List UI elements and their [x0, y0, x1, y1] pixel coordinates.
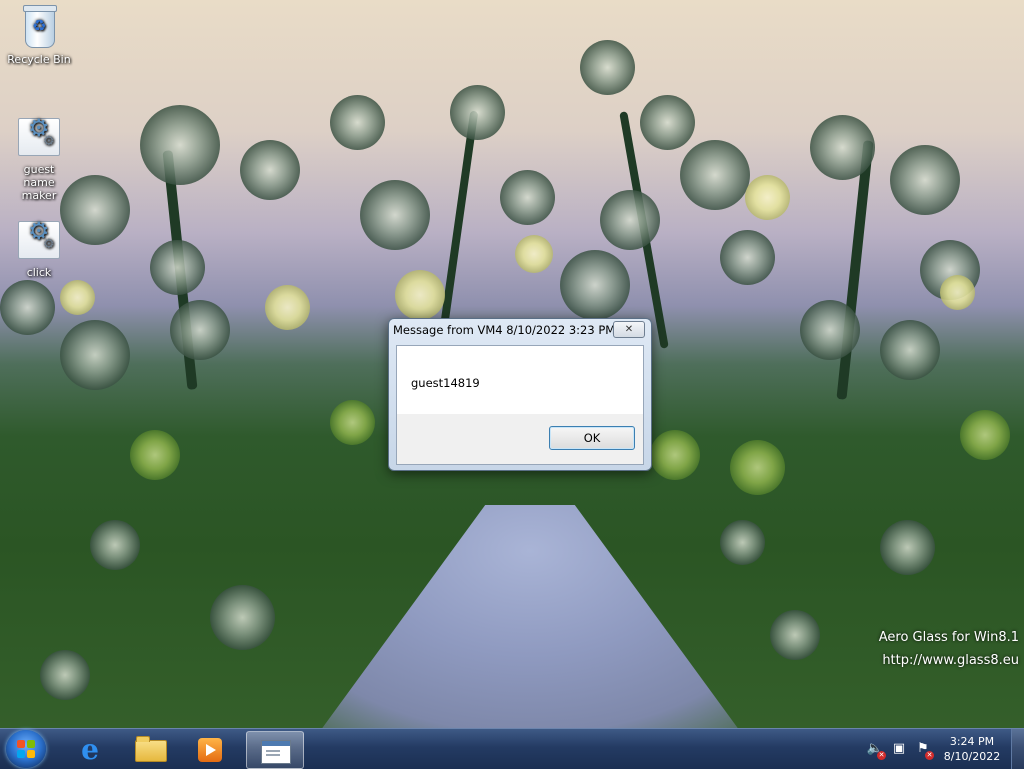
desktop-icon-label: Recycle Bin	[7, 53, 71, 66]
wallpaper-flower	[330, 95, 385, 150]
wallpaper-flower	[650, 430, 700, 480]
dialog-content: guest14819 OK	[396, 345, 644, 465]
wallpaper-flower	[770, 610, 820, 660]
wallpaper-flower	[60, 320, 130, 390]
ie-icon: e	[81, 733, 99, 766]
watermark-line2: http://www.glass8.eu	[882, 653, 1019, 668]
wallpaper-flower	[0, 280, 55, 335]
desktop-icon-click[interactable]: click	[1, 219, 77, 279]
volume-muted-icon[interactable]: 🔈 ✕	[866, 741, 886, 760]
wallpaper-flower	[680, 140, 750, 210]
application-icon	[17, 116, 61, 160]
action-center-flag-icon[interactable]: ⚑ ✕	[914, 741, 934, 760]
wallpaper-flower	[395, 270, 445, 320]
recycle-bin-icon	[17, 5, 61, 50]
wallpaper-flower	[890, 145, 960, 215]
wallpaper-flower	[880, 520, 935, 575]
dialog-title: Message from VM4 8/10/2022 3:23 PM	[393, 323, 616, 337]
network-disconnected-icon[interactable]: ▣	[890, 741, 908, 757]
window-icon	[261, 740, 291, 764]
message-dialog: Message from VM4 8/10/2022 3:23 PM ✕ gue…	[388, 318, 652, 471]
taskbar-internet-explorer[interactable]: e	[62, 731, 118, 767]
wallpaper-flower	[500, 170, 555, 225]
watermark-line1: Aero Glass for Win8.1	[878, 630, 1019, 645]
windows-logo-icon	[17, 740, 35, 758]
media-player-icon	[198, 738, 222, 762]
wallpaper-flower	[450, 85, 505, 140]
wallpaper-flower	[720, 520, 765, 565]
wallpaper-flower	[40, 650, 90, 700]
wallpaper-stem	[439, 110, 479, 330]
taskbar-clock[interactable]: 3:24 PM 8/10/2022	[940, 734, 1004, 764]
wallpaper-flower	[745, 175, 790, 220]
ok-button[interactable]: OK	[549, 426, 635, 450]
wallpaper-flower	[960, 410, 1010, 460]
wallpaper-flower	[515, 235, 553, 273]
wallpaper-flower	[330, 400, 375, 445]
taskbar-message-window[interactable]	[246, 731, 304, 769]
clock-date: 8/10/2022	[943, 750, 1001, 763]
wallpaper-flower	[60, 280, 95, 315]
wallpaper-flower	[720, 230, 775, 285]
wallpaper-flower	[640, 95, 695, 150]
folder-icon	[135, 736, 167, 762]
wallpaper-flower	[560, 250, 630, 320]
wallpaper-flower	[130, 430, 180, 480]
wallpaper-flower	[140, 105, 220, 185]
desktop-icon-guest-name-maker[interactable]: guest name maker	[1, 116, 77, 202]
wallpaper-flower	[600, 190, 660, 250]
taskbar: e 🔈 ✕ ▣ ⚑ ✕ 3:24 PM 8/10/2022	[0, 728, 1024, 769]
wallpaper-flower	[90, 520, 140, 570]
clock-time: 3:24 PM	[949, 735, 995, 748]
start-button[interactable]	[6, 730, 46, 768]
desktop-icon-label: click	[26, 266, 52, 279]
dialog-close-button[interactable]: ✕	[613, 321, 645, 338]
desktop-background: Recycle Bin guest name maker click Aero …	[0, 0, 1024, 728]
wallpaper-flower	[150, 240, 205, 295]
wallpaper-flower	[730, 440, 785, 495]
wallpaper-flower	[800, 300, 860, 360]
desktop-icon-recycle-bin[interactable]: Recycle Bin	[1, 5, 77, 66]
taskbar-media-player[interactable]	[182, 731, 238, 767]
application-icon	[17, 219, 61, 263]
dialog-message: guest14819	[411, 376, 480, 390]
wallpaper-flower	[360, 180, 430, 250]
wallpaper-flower	[880, 320, 940, 380]
wallpaper-flower	[940, 275, 975, 310]
wallpaper-flower	[810, 115, 875, 180]
wallpaper-flower	[265, 285, 310, 330]
taskbar-file-explorer[interactable]	[122, 731, 178, 767]
wallpaper-flower	[210, 585, 275, 650]
dialog-message-area: guest14819	[397, 346, 643, 414]
wallpaper-flower	[580, 40, 635, 95]
wallpaper-flower	[170, 300, 230, 360]
desktop-icon-label: guest name maker	[21, 163, 57, 202]
show-desktop-button[interactable]	[1011, 729, 1024, 769]
wallpaper-flower	[240, 140, 300, 200]
